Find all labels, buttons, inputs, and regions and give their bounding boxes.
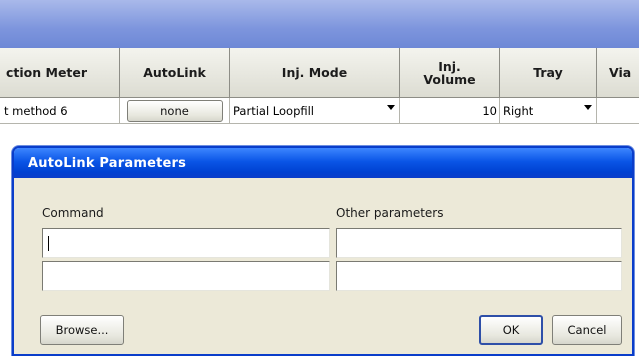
- inj-volume-value: 10: [482, 103, 497, 118]
- column-header-inj-volume[interactable]: Inj. Volume: [400, 48, 500, 98]
- other-parameters-field-2[interactable]: [336, 261, 622, 291]
- autolink-parameters-dialog: AutoLink Parameters Command Other parame…: [12, 146, 634, 356]
- column-header-via[interactable]: Via: [597, 48, 639, 98]
- column-header-inj-mode[interactable]: Inj. Mode: [230, 48, 400, 98]
- inj-mode-value: Partial Loopfill: [233, 103, 315, 118]
- browse-button[interactable]: Browse...: [40, 315, 124, 345]
- other-parameters-label: Other parameters: [336, 206, 444, 220]
- chevron-down-icon[interactable]: [584, 105, 592, 110]
- tray-value: Right: [503, 103, 534, 118]
- inj-volume-field[interactable]: 10: [400, 98, 500, 124]
- table-cell-autolink: none: [120, 98, 230, 124]
- autolink-button[interactable]: none: [126, 99, 223, 122]
- column-header-tray[interactable]: Tray: [500, 48, 597, 98]
- ok-button[interactable]: OK: [479, 315, 543, 345]
- window-titlebar: [0, 0, 639, 48]
- command-field-2[interactable]: [42, 261, 330, 291]
- command-field-1[interactable]: [42, 228, 330, 258]
- dialog-title: AutoLink Parameters: [28, 155, 187, 171]
- table-cell-method[interactable]: t method 6: [0, 98, 120, 124]
- cancel-button[interactable]: Cancel: [552, 315, 622, 345]
- dialog-titlebar[interactable]: AutoLink Parameters: [14, 148, 632, 178]
- command-label: Command: [42, 206, 104, 220]
- tray-dropdown[interactable]: Right: [500, 98, 597, 124]
- column-header-method[interactable]: ction Meter: [0, 48, 120, 98]
- method-name: t method 6: [4, 103, 68, 118]
- column-header-autolink[interactable]: AutoLink: [120, 48, 230, 98]
- inj-mode-dropdown[interactable]: Partial Loopfill: [230, 98, 400, 124]
- other-parameters-field-1[interactable]: [336, 228, 622, 258]
- chevron-down-icon[interactable]: [387, 105, 395, 110]
- table-cell-via[interactable]: [597, 98, 639, 124]
- text-caret: [48, 236, 49, 251]
